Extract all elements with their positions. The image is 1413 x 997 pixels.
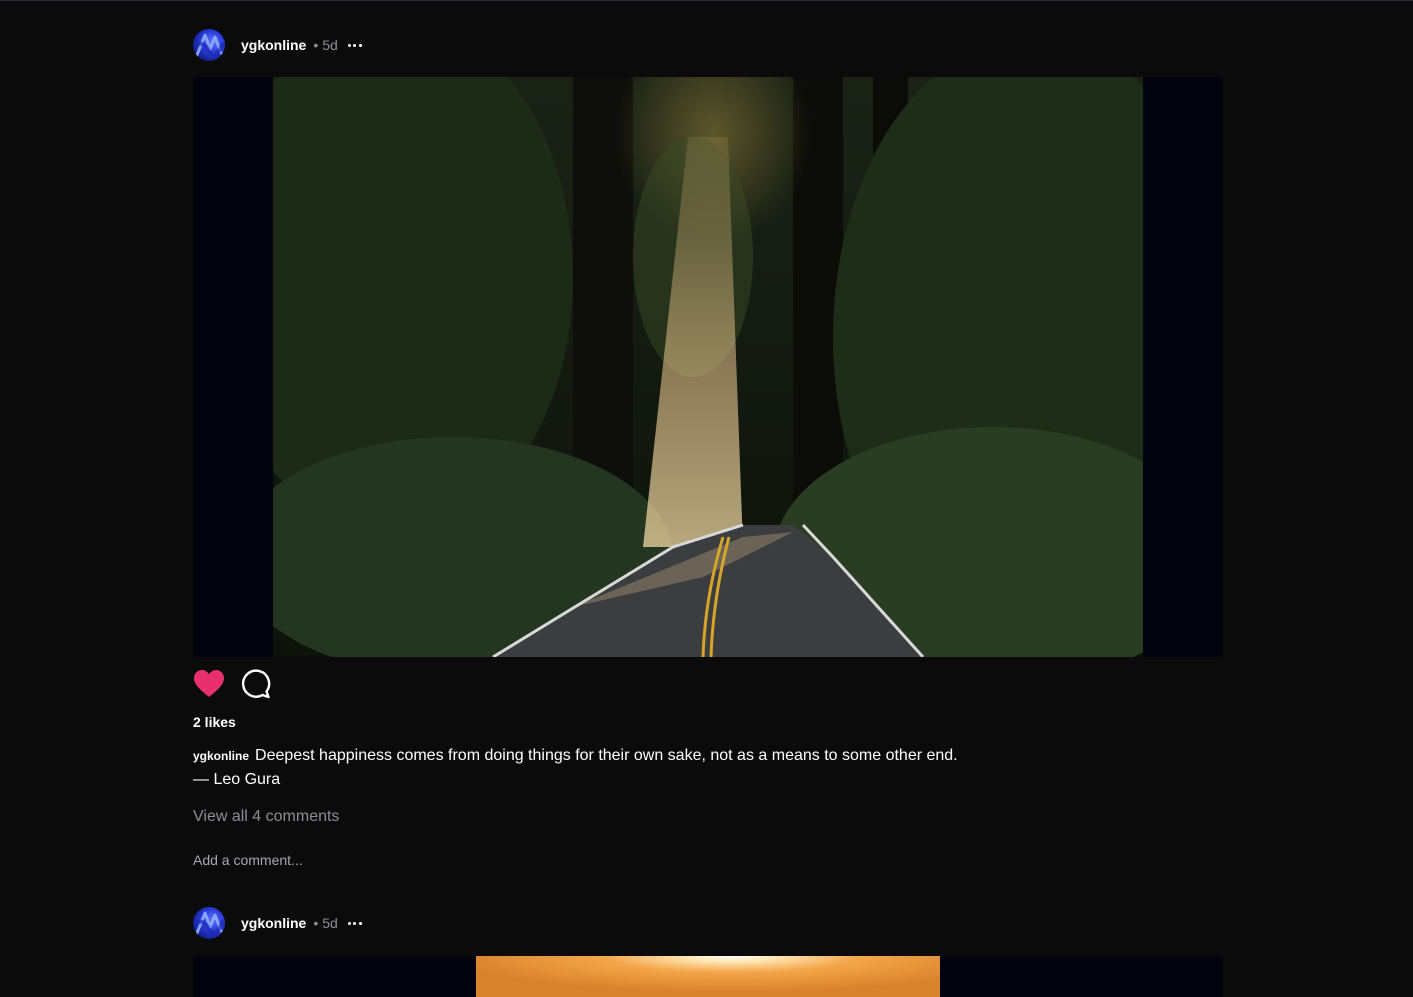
post-actions xyxy=(193,669,271,699)
separator-dot: • xyxy=(313,37,319,53)
view-comments-link[interactable]: View all 4 comments xyxy=(193,808,339,826)
comment-icon[interactable] xyxy=(241,669,271,699)
add-comment-input[interactable] xyxy=(193,852,593,868)
avatar[interactable] xyxy=(193,907,225,939)
post-time: 5d xyxy=(322,915,338,931)
post-caption: ygkonline Deepest happiness comes from do… xyxy=(193,744,1093,792)
more-icon[interactable] xyxy=(347,916,362,930)
post-time: 5d xyxy=(322,37,338,53)
caption-author: — Leo Gura xyxy=(193,771,281,788)
more-icon[interactable] xyxy=(347,38,362,52)
post-media[interactable] xyxy=(193,77,1223,657)
post-username[interactable]: ygkonline xyxy=(241,915,306,931)
post-username[interactable]: ygkonline xyxy=(241,37,306,53)
heart-icon[interactable] xyxy=(193,669,225,699)
separator-dot: • xyxy=(313,915,319,931)
caption-username[interactable]: ygkonline xyxy=(193,749,249,763)
sunset-photo xyxy=(476,956,940,997)
post-header: ygkonline • 5d xyxy=(193,906,362,940)
post-header: ygkonline • 5d xyxy=(193,28,362,62)
likes-count[interactable]: 2 likes xyxy=(193,714,236,730)
forest-road-photo xyxy=(273,77,1143,657)
post-media[interactable] xyxy=(193,956,1223,997)
top-border xyxy=(0,0,1413,1)
caption-text: Deepest happiness comes from doing thing… xyxy=(255,747,958,764)
avatar[interactable] xyxy=(193,29,225,61)
